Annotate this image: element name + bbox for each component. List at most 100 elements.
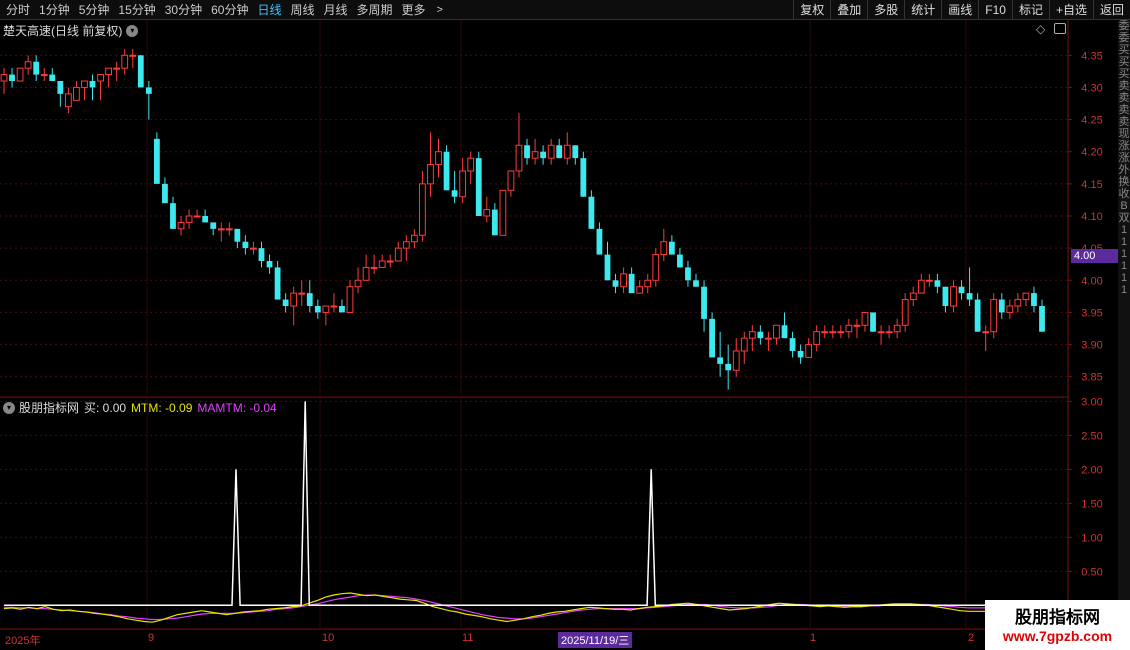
candle-body-up bbox=[402, 241, 410, 249]
toolbar-button[interactable]: F10 bbox=[978, 0, 1012, 20]
candle-body-up bbox=[346, 286, 354, 313]
candle-body-up bbox=[813, 331, 821, 346]
date-tick-label: 2 bbox=[968, 632, 975, 644]
candle-body-up bbox=[531, 151, 539, 159]
candle-body-down bbox=[588, 196, 595, 229]
price-tick-label: 4.30 bbox=[1081, 82, 1102, 94]
candle-body-down bbox=[234, 228, 241, 242]
candle-body-down bbox=[934, 280, 941, 287]
toolbar-button[interactable]: 画线 bbox=[941, 0, 978, 20]
candle-body-up bbox=[185, 215, 193, 223]
strip-char: 换 bbox=[1118, 176, 1130, 188]
candle-body-up bbox=[330, 305, 338, 308]
period-tab[interactable]: 5分钟 bbox=[79, 1, 110, 18]
candle-body-up bbox=[73, 86, 80, 101]
toolbar-button[interactable]: 统计 bbox=[904, 0, 941, 20]
candle-body-down bbox=[789, 338, 796, 351]
candle-body-up bbox=[620, 273, 627, 288]
period-tabs: 分时 1分钟 5分钟 15分钟 30分钟 60分钟 日线 周线 月线 多周期 更多 > bbox=[0, 1, 452, 18]
candle-body-down bbox=[49, 74, 56, 81]
candle-body-up bbox=[467, 157, 475, 172]
strip-char: 委 bbox=[1118, 32, 1130, 44]
strip-char: 卖 bbox=[1118, 116, 1130, 128]
candle-body-up bbox=[40, 74, 48, 77]
candle-body-up bbox=[563, 144, 571, 159]
toolbar-button[interactable]: 叠加 bbox=[830, 0, 867, 20]
candle-body-down bbox=[443, 151, 450, 191]
period-tab[interactable]: 更多 bbox=[402, 1, 426, 18]
candle-body-up bbox=[370, 266, 378, 269]
watermark-logo: 股朋指标网 www.7gpzb.com bbox=[985, 600, 1130, 650]
candle-body-up bbox=[97, 74, 104, 82]
candle-body-up bbox=[129, 54, 137, 57]
period-tab[interactable]: 周线 bbox=[290, 1, 314, 18]
period-tab[interactable]: 月线 bbox=[324, 1, 348, 18]
candle-body-up bbox=[16, 67, 24, 82]
strip-char: 收 bbox=[1118, 188, 1130, 200]
candle-body-down bbox=[1039, 306, 1045, 332]
strip-char: 买 bbox=[1118, 56, 1130, 68]
candle-body-up bbox=[515, 144, 523, 172]
tool-buttons: 复权 叠加 多股 统计 画线 F10 标记 +自选 返回 bbox=[793, 0, 1130, 20]
period-tab[interactable]: 30分钟 bbox=[165, 1, 202, 18]
watermark-url: www.7gpzb.com bbox=[1002, 628, 1113, 644]
indicator-tick-label: 2.00 bbox=[1081, 464, 1102, 476]
strip-char: 1 bbox=[1120, 224, 1128, 236]
price-tick-label: 4.00 bbox=[1081, 275, 1102, 287]
toolbar-button[interactable]: 标记 bbox=[1011, 0, 1049, 20]
candle-body-down bbox=[668, 241, 675, 255]
candle-body-up bbox=[877, 331, 885, 334]
strip-char: 现 bbox=[1118, 128, 1130, 140]
price-tick-label: 4.15 bbox=[1081, 179, 1102, 191]
candle-body-down bbox=[314, 306, 321, 313]
candle-body-down bbox=[202, 216, 209, 223]
candle-body-up bbox=[507, 170, 515, 191]
candle-body-up bbox=[250, 247, 257, 250]
candle-body-up bbox=[0, 74, 8, 82]
candle-body-down bbox=[170, 203, 176, 229]
candle-body-down bbox=[266, 261, 273, 268]
date-tick-label: 11 bbox=[462, 632, 474, 644]
date-tick-label: 9 bbox=[148, 632, 155, 644]
candle-body-up bbox=[982, 331, 990, 334]
candle-body-down bbox=[9, 74, 15, 81]
candle-body-down bbox=[628, 273, 635, 294]
candle-body-up bbox=[636, 286, 644, 294]
candle-body-up bbox=[845, 324, 853, 333]
candle-body-up bbox=[1014, 299, 1022, 307]
date-tick-label: 10 bbox=[322, 632, 335, 644]
toolbar-button[interactable]: 复权 bbox=[793, 0, 830, 20]
toolbar-button[interactable]: 多股 bbox=[867, 0, 904, 20]
indicator-tick-label: 1.00 bbox=[1081, 532, 1102, 544]
candle-body-up bbox=[1006, 305, 1014, 313]
candle-body-down bbox=[685, 267, 691, 281]
chart-canvas[interactable]: 4.354.304.254.204.154.104.054.003.953.90… bbox=[0, 20, 1118, 650]
candle-body-down bbox=[282, 299, 289, 306]
candle-body-up bbox=[435, 151, 442, 166]
period-tab[interactable]: 1分钟 bbox=[39, 1, 70, 18]
candle-body-down bbox=[717, 357, 724, 364]
candle-body-up bbox=[837, 331, 845, 334]
candle-body-up bbox=[885, 331, 893, 334]
candle-body-up bbox=[177, 221, 185, 230]
candle-body-up bbox=[893, 324, 901, 333]
period-tab[interactable]: 60分钟 bbox=[211, 1, 248, 18]
candle-body-down bbox=[701, 286, 707, 319]
candle-body-down bbox=[612, 280, 619, 287]
candle-body-up bbox=[950, 286, 957, 307]
toolbar-button[interactable]: 返回 bbox=[1092, 0, 1130, 20]
chevron-right-icon[interactable]: > bbox=[437, 4, 443, 16]
period-tab[interactable]: 多周期 bbox=[357, 1, 393, 18]
toolbar-button[interactable]: +自选 bbox=[1048, 0, 1093, 20]
period-tab[interactable]: 15分钟 bbox=[118, 1, 155, 18]
candle-body-up bbox=[748, 331, 756, 339]
strip-char: 买 bbox=[1118, 68, 1130, 80]
candle-body-down bbox=[162, 183, 168, 204]
period-tab[interactable]: 分时 bbox=[6, 1, 30, 18]
candle-body-down bbox=[258, 248, 265, 261]
strip-char: 双 bbox=[1118, 212, 1130, 224]
candle-body-down bbox=[57, 81, 64, 94]
date-tick-label: 1 bbox=[810, 632, 817, 644]
period-tab[interactable]: 日线 bbox=[257, 1, 281, 18]
strip-char: B bbox=[1120, 200, 1128, 212]
